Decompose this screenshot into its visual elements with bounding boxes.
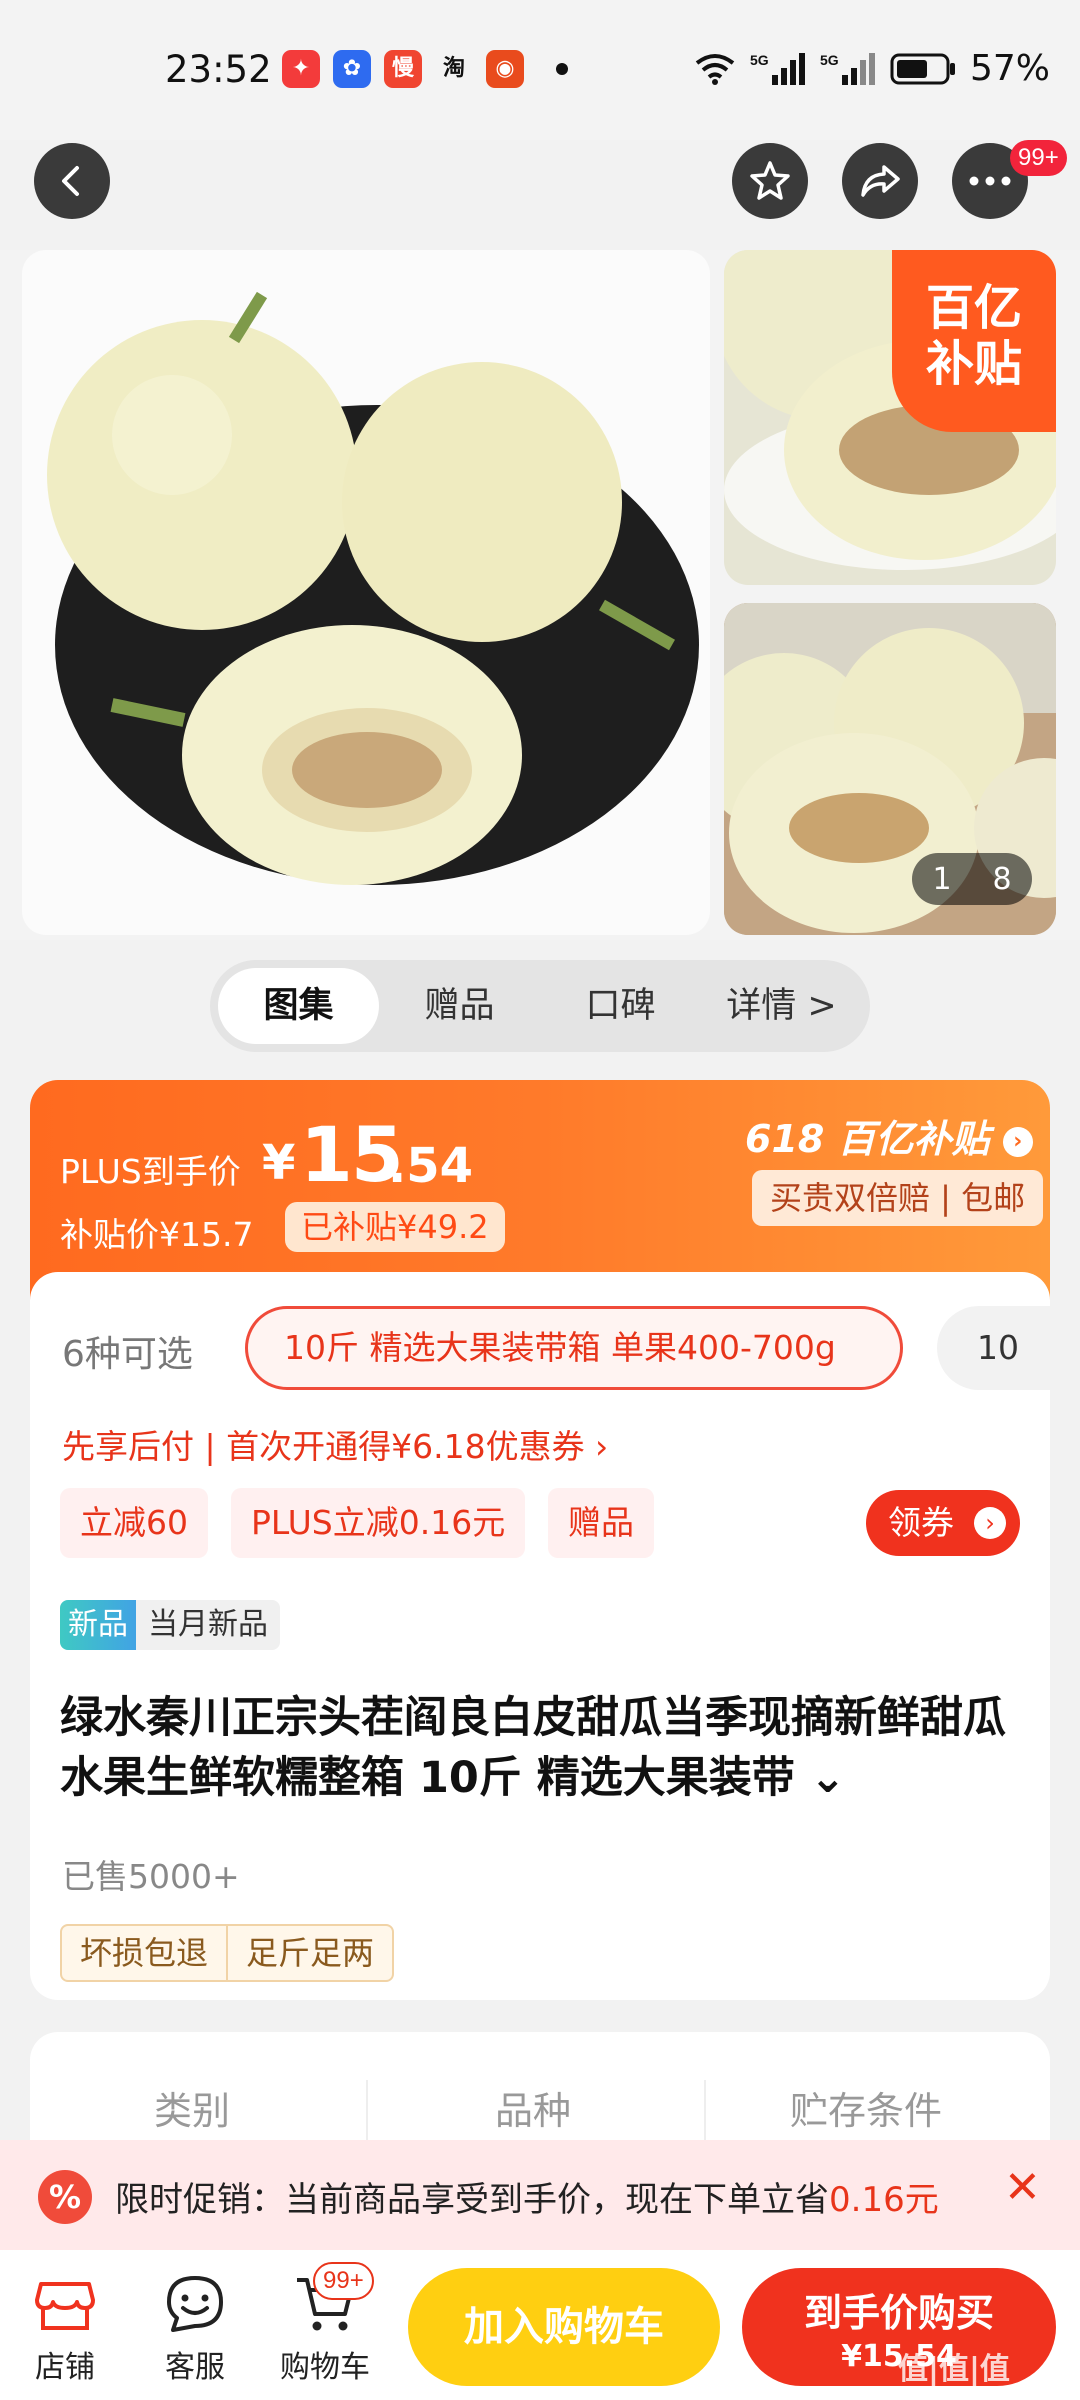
share-button[interactable] bbox=[842, 143, 918, 219]
guarantee-full-weight: 足斤足两 bbox=[246, 1934, 375, 1972]
tab-details[interactable]: 详情 > bbox=[701, 968, 862, 1044]
tab-gallery[interactable]: 图集 bbox=[218, 968, 379, 1044]
melon-bowl-image bbox=[47, 291, 699, 885]
plus-price-currency: ¥ bbox=[262, 1135, 296, 1191]
promo-message: 限时促销：当前商品享受到手价，现在下单立省 bbox=[115, 2180, 829, 2220]
message-count-badge: 99+ bbox=[1010, 140, 1067, 176]
price-guarantee: 买贵双倍赔 | 包邮 bbox=[752, 1170, 1044, 1226]
svg-text:5G: 5G bbox=[750, 52, 769, 68]
add-to-cart-button[interactable]: 加入购物车 bbox=[408, 2268, 720, 2386]
more-notifications-dot bbox=[556, 63, 568, 75]
divider bbox=[366, 2080, 368, 2140]
nav-store-label: 店铺 bbox=[35, 2350, 95, 2385]
pdd-app-icon: ◉ bbox=[486, 50, 524, 88]
spec-category: 类别 bbox=[154, 2089, 231, 2133]
plus-price-label: PLUS到手价 bbox=[60, 1152, 241, 1191]
subsidized-amount: 已补贴¥49.2 bbox=[285, 1202, 505, 1252]
promo-text: 限时促销：当前商品享受到手价，现在下单立省0.16元 bbox=[115, 2172, 939, 2221]
plus-price-integer: 15 bbox=[300, 1110, 404, 1199]
promo-tag-plus[interactable]: PLUS立减0.16元 bbox=[231, 1488, 526, 1558]
gallery-tabs: 图集 赠品 口碑 详情 > bbox=[210, 960, 870, 1052]
status-right: 5G 5G 57% bbox=[694, 48, 1050, 89]
promo-amount: 0.16元 bbox=[829, 2180, 939, 2220]
battery-percent: 57% bbox=[969, 48, 1050, 89]
chevron-right-icon: › bbox=[974, 1507, 1006, 1539]
option-chip-selected[interactable]: 10斤 精选大果装带箱 单果400-700g bbox=[245, 1306, 903, 1390]
spec-variety: 品种 bbox=[495, 2089, 572, 2133]
chevron-right-icon: › bbox=[1002, 1126, 1033, 1157]
chat-smile-icon bbox=[167, 2276, 223, 2332]
back-button[interactable] bbox=[34, 143, 110, 219]
product-main-image[interactable] bbox=[22, 250, 710, 935]
options-count[interactable]: 6种可选 bbox=[62, 1325, 193, 1377]
gallery-counter-total: 8 bbox=[992, 861, 1012, 897]
nav-cart-label: 购物车 bbox=[280, 2350, 370, 2385]
tab-gifts[interactable]: 赠品 bbox=[379, 968, 540, 1044]
product-title[interactable]: 绿水秦川正宗头茬阎良白皮甜瓜当季现摘新鲜甜瓜水果生鲜软糯整箱 10斤 精选大果装… bbox=[60, 1688, 1030, 1808]
get-coupon-button[interactable]: 领券 › bbox=[866, 1490, 1020, 1556]
cart-count-badge: 99+ bbox=[313, 2262, 374, 2300]
more-dots-icon bbox=[969, 176, 1011, 186]
wifi-icon bbox=[695, 53, 735, 85]
buy-label: 到手价购买 bbox=[803, 2291, 994, 2335]
svg-text:5G: 5G bbox=[820, 52, 839, 68]
nav-customer-service-label: 客服 bbox=[165, 2350, 225, 2385]
event-brand-label: 618 百亿补贴 bbox=[745, 1117, 990, 1161]
sold-count: 已售5000+ bbox=[62, 1857, 240, 1896]
gallery-counter-current: 1 bbox=[932, 861, 952, 897]
divider bbox=[704, 2080, 706, 2140]
option-chip-next[interactable]: 10 bbox=[937, 1306, 1057, 1390]
favorite-button[interactable] bbox=[732, 143, 808, 219]
promo-tag-gift[interactable]: 赠品 bbox=[548, 1488, 654, 1558]
notification-app-icon: ✦ bbox=[282, 50, 320, 88]
buy-now-pay-later[interactable]: 先享后付 | 首次开通得¥6.18优惠券 › bbox=[62, 1420, 608, 1468]
gallery-counter: 1 8 bbox=[912, 853, 1032, 905]
promo-tag-discount[interactable]: 立减60 bbox=[60, 1488, 208, 1558]
signal-icon: 5G bbox=[750, 52, 805, 85]
subsidy-price: 补贴价¥15.7 bbox=[60, 1215, 254, 1254]
new-tag-desc: 当月新品 bbox=[136, 1600, 280, 1650]
event-brand[interactable]: 618 百亿补贴 › bbox=[745, 1108, 1033, 1163]
percent-icon: % bbox=[38, 2170, 92, 2224]
plus-price-decimal: .54 bbox=[388, 1138, 474, 1194]
battery-icon bbox=[890, 53, 955, 84]
taobao-app-icon: 淘 bbox=[442, 56, 465, 81]
man-app-icon: 慢 bbox=[384, 50, 422, 88]
back-arrow-icon bbox=[62, 166, 79, 196]
star-icon bbox=[750, 161, 790, 200]
new-tag-label: 新品 bbox=[60, 1600, 136, 1650]
spec-storage: 贮存条件 bbox=[790, 2089, 943, 2133]
coupon-label: 领券 bbox=[888, 1503, 954, 1542]
close-icon[interactable]: ✕ bbox=[1004, 2162, 1041, 2213]
signal-icon-2: 5G bbox=[820, 52, 875, 85]
new-product-tag: 新品 当月新品 bbox=[60, 1600, 280, 1650]
watermark-logo: 值|值|值 bbox=[898, 2352, 1010, 2387]
baidu-app-icon: ✿ bbox=[333, 50, 371, 88]
service-guarantees[interactable]: 坏损包退 足斤足两 bbox=[60, 1924, 395, 1982]
billion-subsidy-badge: 百亿 补贴 bbox=[892, 250, 1056, 432]
status-time: 23:52 bbox=[165, 48, 272, 91]
store-icon bbox=[35, 2282, 95, 2330]
tab-reviews[interactable]: 口碑 bbox=[540, 968, 701, 1044]
nav-customer-service[interactable]: 客服 bbox=[135, 2262, 255, 2392]
guarantee-damage-refund: 坏损包退 bbox=[62, 1926, 229, 1980]
nav-store[interactable]: 店铺 bbox=[5, 2262, 125, 2392]
share-icon bbox=[861, 165, 900, 197]
